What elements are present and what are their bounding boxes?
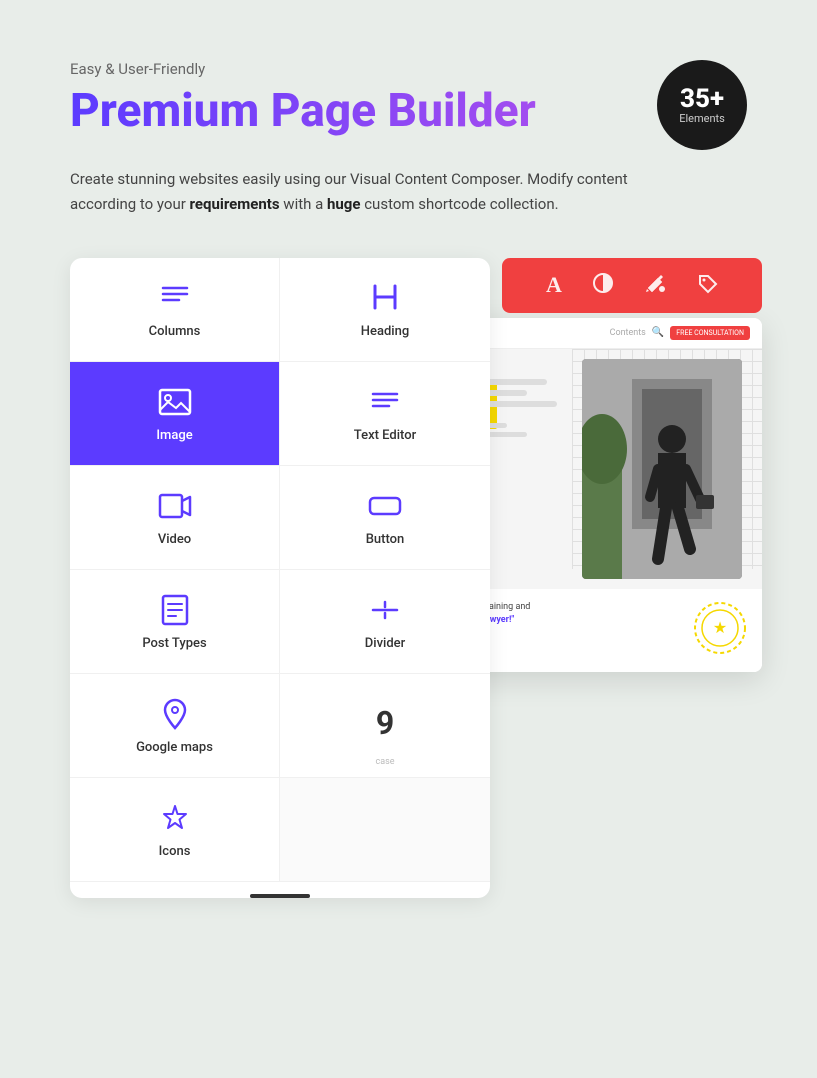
elements-panel: Columns Heading [70, 258, 490, 898]
toolbar-tag-icon[interactable] [696, 272, 718, 299]
nav-contents: Contents [610, 328, 646, 338]
columns-label: Columns [149, 324, 201, 339]
heading-icon [367, 280, 403, 316]
google-maps-label: Google maps [136, 740, 213, 755]
element-button[interactable]: Button [280, 466, 490, 570]
video-label: Video [158, 532, 191, 547]
toolbar-fill-icon[interactable] [644, 272, 666, 299]
content-area: Columns Heading [70, 258, 747, 898]
divider-label: Divider [365, 636, 405, 651]
columns-icon [157, 280, 193, 316]
svg-text:★: ★ [713, 618, 727, 637]
page-container: Easy & User-Friendly Premium Page Builde… [0, 0, 817, 1078]
yellow-decoration: ★ [693, 601, 748, 660]
element-heading[interactable]: Heading [280, 258, 490, 362]
elements-badge: 35+ Elements [657, 60, 747, 150]
preview-photo [582, 359, 742, 579]
element-divider[interactable]: Divider [280, 570, 490, 674]
element-icons[interactable]: Icons [70, 778, 280, 882]
element-google-maps[interactable]: Google maps [70, 674, 280, 778]
post-types-label: Post Types [142, 636, 206, 651]
number-display: 9 [376, 704, 394, 742]
icons-label: Icons [159, 844, 191, 859]
scroll-indicator [250, 894, 310, 898]
subtitle: Easy & User-Friendly [70, 60, 747, 78]
element-post-types[interactable]: Post Types [70, 570, 280, 674]
divider-icon [367, 592, 403, 628]
element-text-editor[interactable]: Text Editor [280, 362, 490, 466]
toolbar-bar: A [502, 258, 762, 313]
number-sublabel: case [375, 757, 394, 767]
icons-icon [157, 800, 193, 836]
elements-grid: Columns Heading [70, 258, 490, 882]
element-number[interactable]: 9 case [280, 674, 490, 778]
man-figure [582, 359, 742, 579]
element-columns[interactable]: Columns [70, 258, 280, 362]
element-empty [280, 778, 490, 882]
badge-number: 35+ [680, 86, 724, 112]
toolbar-contrast-icon[interactable] [592, 272, 614, 299]
button-icon [367, 488, 403, 524]
heading-label: Heading [361, 324, 409, 339]
image-label: Image [156, 428, 192, 443]
search-icon[interactable]: 🔍 [652, 327, 664, 338]
toolbar-text-icon[interactable]: A [546, 272, 562, 298]
badge-text: Elements [679, 112, 725, 125]
description: Create stunning websites easily using ou… [70, 167, 650, 218]
preview-nav-right: Contents 🔍 FREE CONSULTATION [610, 326, 750, 340]
button-label: Button [366, 532, 405, 547]
main-title: Premium Page Builder [70, 86, 747, 137]
video-icon [157, 488, 193, 524]
element-video[interactable]: Video [70, 466, 280, 570]
preview-cta[interactable]: FREE CONSULTATION [670, 326, 750, 340]
text-editor-icon [367, 384, 403, 420]
post-types-icon [157, 592, 193, 628]
scroll-area [70, 882, 490, 898]
header-section: Easy & User-Friendly Premium Page Builde… [70, 60, 747, 137]
element-image[interactable]: Image [70, 362, 280, 466]
text-editor-label: Text Editor [354, 428, 416, 443]
image-icon [157, 384, 193, 420]
google-maps-icon [157, 696, 193, 732]
